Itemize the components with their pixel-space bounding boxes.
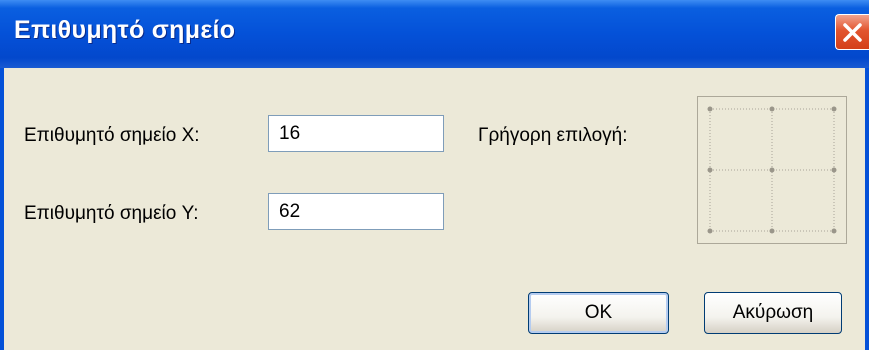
cancel-button[interactable]: Ακύρωση [704,292,842,334]
x-label: Επιθυμητό σημείο X: [24,125,200,146]
dialog-window: Επιθυμητό σημείο Επιθυμητό σημείο X: Επι… [0,0,869,350]
close-icon [843,23,862,42]
window-border-left [0,68,4,350]
x-input[interactable] [268,115,444,152]
window-border-right [865,68,869,350]
ok-button[interactable]: OK [528,292,669,334]
quick-select-grid[interactable] [697,96,847,244]
y-label: Επιθυμητό σημείο Y: [24,203,199,224]
title-bar[interactable]: Επιθυμητό σημείο [0,0,869,68]
window-title: Επιθυμητό σημείο [14,16,236,44]
close-button[interactable] [835,14,869,50]
y-input[interactable] [268,193,444,230]
quick-select-label: Γρήγορη επιλογή: [478,125,628,146]
anchor-grid-icon [707,106,837,234]
